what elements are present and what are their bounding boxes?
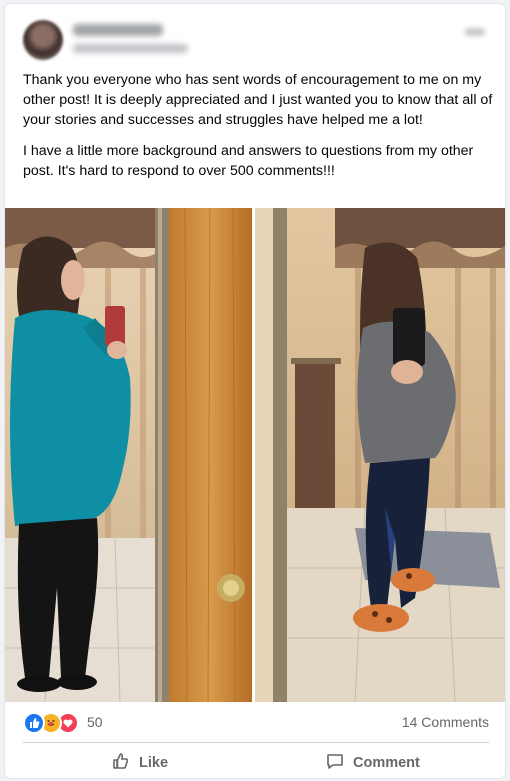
like-label: Like (139, 755, 169, 771)
post-timestamp-redacted[interactable] (73, 44, 188, 53)
photo-after[interactable] (255, 208, 505, 702)
comment-button[interactable]: Comment (325, 748, 420, 778)
photo-grid (5, 208, 505, 702)
more-options-icon[interactable] (465, 28, 485, 36)
comments-count-link[interactable]: 14 Comments (402, 714, 489, 730)
reaction-summary[interactable] (23, 712, 79, 734)
post-actions: Like Comment (23, 748, 489, 778)
divider (23, 742, 489, 743)
comment-label: Comment (353, 755, 420, 771)
post-paragraph: I have a little more background and answ… (23, 142, 474, 179)
like-button[interactable]: Like (111, 748, 168, 778)
post-paragraph: Thank you everyone who has sent words of… (23, 72, 493, 129)
like-reaction-icon (23, 712, 45, 734)
post-body: Thank you everyone who has sent words of… (23, 70, 495, 191)
comment-icon (325, 751, 353, 775)
after-photo-image (255, 208, 505, 702)
reaction-count[interactable]: 50 (87, 714, 103, 730)
post-stats: 50 14 Comments (23, 711, 489, 734)
thumbs-up-icon (111, 751, 139, 775)
post-header (15, 18, 495, 62)
avatar[interactable] (23, 20, 63, 60)
before-photo-image (5, 208, 252, 702)
post-card: Thank you everyone who has sent words of… (5, 4, 505, 778)
author-name-redacted[interactable] (73, 24, 163, 36)
photo-before[interactable] (5, 208, 252, 702)
